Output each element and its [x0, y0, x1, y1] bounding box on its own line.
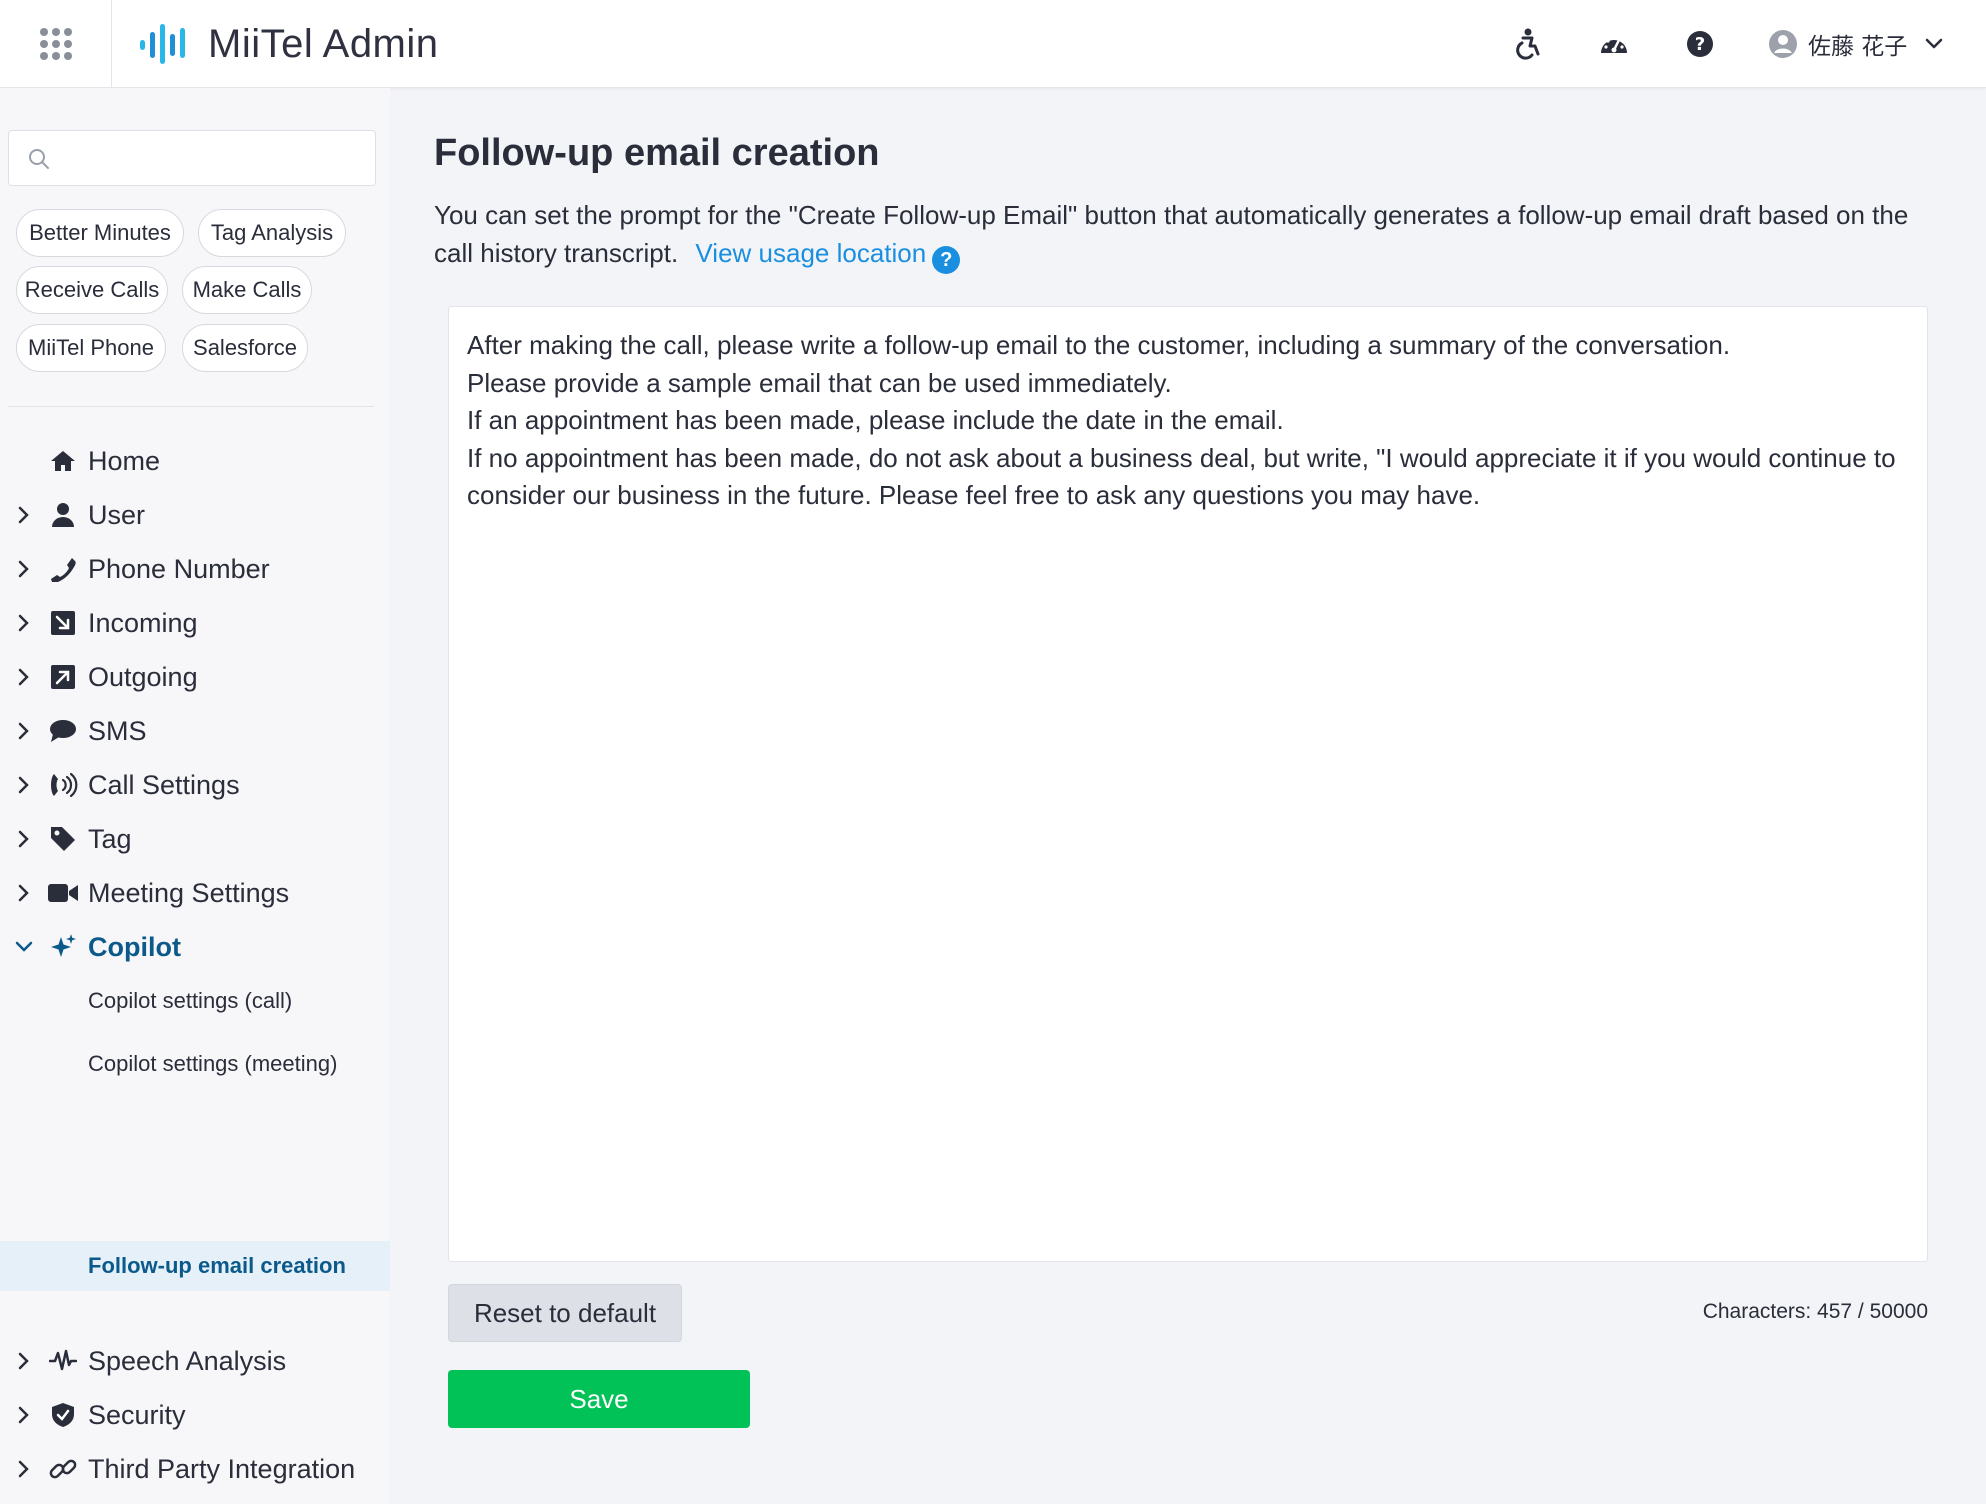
- sidebar-item-label: User: [88, 499, 146, 530]
- home-icon: [48, 447, 78, 475]
- sidebar-item-label: Phone Number: [88, 553, 270, 584]
- waveform-icon: [48, 1347, 78, 1375]
- sidebar-item-meeting-settings[interactable]: Meeting Settings: [0, 865, 390, 921]
- page-title: Follow-up email creation: [434, 132, 880, 174]
- miitel-logo-icon: [140, 24, 185, 64]
- character-count: Characters: 457 / 50000: [1702, 1300, 1928, 1323]
- sidebar-item-label: Call Settings: [88, 769, 240, 800]
- phone-icon: [48, 555, 78, 583]
- video-icon: [48, 879, 78, 907]
- app-title: MiiTel Admin: [208, 21, 439, 66]
- prompt-textarea[interactable]: After making the call, please write a fo…: [467, 327, 1909, 1241]
- chevron-right-icon: [14, 559, 34, 579]
- prompt-editor[interactable]: After making the call, please write a fo…: [448, 306, 1928, 1262]
- sidebar-item-tag[interactable]: Tag: [0, 811, 390, 867]
- chip-tag-analysis[interactable]: Tag Analysis: [198, 209, 346, 257]
- call-settings-icon: [48, 771, 78, 799]
- sidebar-item-copilot[interactable]: Copilot: [0, 919, 390, 975]
- apps-grid-icon: [39, 28, 72, 60]
- sidebar-item-home[interactable]: Home: [0, 433, 390, 489]
- sidebar-item-phone-number[interactable]: Phone Number: [0, 541, 390, 597]
- sidebar-item-label: Tag: [88, 823, 132, 854]
- user-avatar-icon: [1769, 30, 1797, 58]
- sidebar-subitem-follow-up-email[interactable]: Follow-up email creation: [0, 1241, 390, 1291]
- chevron-down-icon: [1926, 38, 1943, 49]
- sidebar-item-third-party-integration[interactable]: Third Party Integration: [0, 1441, 390, 1497]
- chevron-right-icon: [14, 829, 34, 849]
- link-icon: [48, 1455, 78, 1483]
- sidebar-divider: [8, 406, 374, 407]
- sidebar-subitem-label: Copilot settings (call): [88, 988, 293, 1013]
- accessibility-button[interactable]: [1510, 26, 1546, 62]
- chip-salesforce[interactable]: Salesforce: [182, 324, 308, 372]
- chevron-right-icon: [14, 505, 34, 525]
- user-name: 佐藤 花子: [1808, 34, 1908, 60]
- chip-make-calls[interactable]: Make Calls: [182, 266, 312, 314]
- chevron-right-icon: [14, 667, 34, 687]
- sidebar-item-label: Outgoing: [88, 661, 198, 692]
- dashboard-button[interactable]: [1596, 26, 1632, 62]
- sidebar-item-call-settings[interactable]: Call Settings: [0, 757, 390, 813]
- sidebar-item-security[interactable]: Security: [0, 1387, 390, 1443]
- chip-receive-calls[interactable]: Receive Calls: [16, 266, 168, 314]
- chevron-right-icon: [14, 1351, 34, 1371]
- sidebar-item-user[interactable]: User: [0, 487, 390, 543]
- sidebar-item-label: Security: [88, 1399, 186, 1430]
- sidebar-item-label: Home: [88, 445, 161, 476]
- question-icon[interactable]: ?: [932, 246, 961, 274]
- help-button[interactable]: ?: [1682, 26, 1718, 62]
- sms-icon: [48, 717, 78, 745]
- help-icon: ?: [1687, 31, 1713, 57]
- app-logo[interactable]: MiiTel Admin: [138, 20, 439, 68]
- sparkle-icon: [48, 933, 78, 961]
- sidebar-subitem-label: Follow-up email creation: [88, 1253, 346, 1278]
- description-text: You can set the prompt for the "Create F…: [434, 200, 1909, 268]
- chevron-right-icon: [14, 775, 34, 795]
- chevron-right-icon: [14, 613, 34, 633]
- sidebar-subitem-copilot-meeting[interactable]: Copilot settings (meeting): [0, 1039, 390, 1089]
- incoming-icon: [48, 609, 78, 637]
- view-usage-location-link[interactable]: View usage location: [695, 238, 926, 268]
- chevron-right-icon: [14, 721, 34, 741]
- svg-text:?: ?: [1695, 34, 1705, 55]
- tag-icon: [48, 825, 78, 853]
- sidebar-item-label: Copilot: [88, 931, 181, 962]
- user-menu[interactable]: 佐藤 花子: [1768, 22, 1943, 66]
- sidebar-subitem-copilot-call[interactable]: Copilot settings (call): [0, 976, 390, 1026]
- user-icon: [48, 501, 78, 529]
- reset-to-default-button[interactable]: Reset to default: [448, 1284, 682, 1342]
- top-header: MiiTel Admin ? 佐藤 花子: [0, 0, 1986, 88]
- save-button[interactable]: Save: [448, 1370, 750, 1428]
- sidebar-item-label: SMS: [88, 715, 147, 746]
- chevron-right-icon: [14, 1459, 34, 1479]
- sidebar-search[interactable]: [8, 130, 376, 186]
- chevron-right-icon: [14, 883, 34, 903]
- sidebar-subitem-label: Copilot settings (meeting): [88, 1051, 338, 1076]
- shield-icon: [48, 1401, 78, 1429]
- outgoing-icon: [48, 663, 78, 691]
- search-input[interactable]: [61, 139, 361, 177]
- search-icon: [29, 149, 49, 169]
- chevron-right-icon: [14, 1405, 34, 1425]
- sidebar-item-label: Incoming: [88, 607, 198, 638]
- chip-miitel-phone[interactable]: MiiTel Phone: [16, 324, 166, 372]
- sidebar-item-incoming[interactable]: Incoming: [0, 595, 390, 651]
- sidebar-item-speech-analysis[interactable]: Speech Analysis: [0, 1333, 390, 1389]
- sidebar-item-sms[interactable]: SMS: [0, 703, 390, 759]
- sidebar-item-label: Meeting Settings: [88, 877, 290, 908]
- sidebar: Better Minutes Tag Analysis Receive Call…: [0, 88, 390, 1504]
- sidebar-item-label: Speech Analysis: [88, 1345, 287, 1376]
- sidebar-item-label: Third Party Integration: [88, 1453, 356, 1484]
- dashboard-icon: [1601, 38, 1627, 53]
- chevron-down-icon: [14, 937, 34, 957]
- page-description: You can set the prompt for the "Create F…: [434, 196, 1914, 274]
- sidebar-item-outgoing[interactable]: Outgoing: [0, 649, 390, 705]
- accessibility-icon: [1516, 28, 1540, 60]
- apps-menu-button[interactable]: [0, 0, 112, 88]
- chip-better-minutes[interactable]: Better Minutes: [16, 209, 184, 257]
